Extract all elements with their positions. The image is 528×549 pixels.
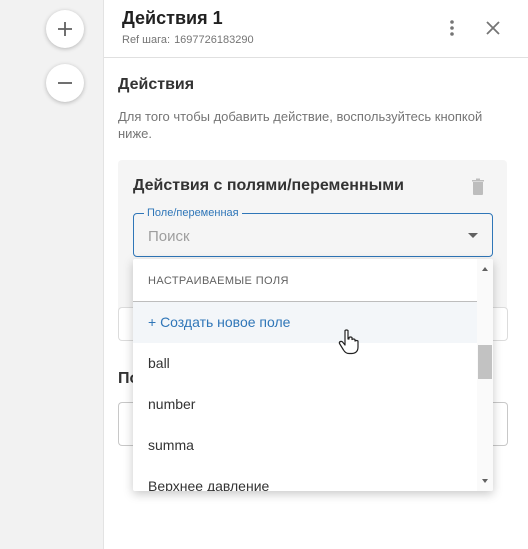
- dropdown-option[interactable]: ball: [133, 343, 477, 384]
- field-dropdown-menu: НАСТРАИВАЕМЫЕ ПОЛЯ + Создать новое поле …: [133, 259, 493, 491]
- delete-action-button[interactable]: [467, 176, 489, 198]
- dropdown-scrollbar[interactable]: [477, 259, 493, 491]
- close-button[interactable]: [479, 14, 507, 42]
- dropdown-option-label: ball: [148, 355, 170, 371]
- plus-icon: [58, 22, 72, 36]
- hand-pointer-cursor-icon: [338, 329, 359, 355]
- scroll-up-arrow-icon[interactable]: [482, 267, 488, 271]
- dropdown-option[interactable]: number: [133, 384, 477, 425]
- more-options-button[interactable]: [438, 14, 466, 42]
- close-icon: [486, 21, 500, 35]
- field-action-card-title: Действия с полями/переменными: [133, 177, 404, 194]
- minus-icon: [58, 82, 72, 84]
- panel-header: Действия 1 Ref шага: 1697726183290: [104, 0, 528, 58]
- search-placeholder: Поиск: [148, 228, 190, 245]
- zoom-in-button[interactable]: [46, 10, 84, 48]
- actions-section-title: Действия: [118, 76, 195, 93]
- scrollbar-thumb[interactable]: [478, 345, 492, 379]
- actions-hint: Для того чтобы добавить действие, воспол…: [118, 109, 483, 141]
- step-ref-label: Ref шага:: [122, 34, 171, 46]
- create-new-field-option[interactable]: + Создать новое поле: [133, 302, 477, 343]
- trash-icon: [472, 178, 484, 195]
- scroll-down-arrow-icon[interactable]: [482, 479, 488, 483]
- zoom-out-button[interactable]: [46, 64, 84, 102]
- dropdown-option-label: summa: [148, 437, 194, 453]
- create-new-field-label: + Создать новое поле: [148, 314, 291, 330]
- field-variable-select[interactable]: Поле/переменная Поиск: [133, 207, 493, 257]
- more-vert-icon: [450, 20, 454, 36]
- canvas-area: [0, 0, 104, 549]
- panel-title: Действия 1: [122, 8, 223, 28]
- dropdown-option-label: Верхнее давление: [148, 478, 270, 491]
- chevron-down-icon: [468, 233, 478, 238]
- dropdown-option[interactable]: Верхнее давление: [133, 466, 477, 491]
- dropdown-group-header: НАСТРАИВАЕМЫЕ ПОЛЯ: [148, 275, 289, 287]
- field-variable-label: Поле/переменная: [144, 207, 242, 219]
- step-ref-value: 1697726183290: [174, 34, 254, 46]
- dropdown-option[interactable]: summa: [133, 425, 477, 466]
- step-ref: Ref шага: 1697726183290: [122, 34, 258, 46]
- hidden-section-title: По: [118, 370, 134, 387]
- dropdown-option-label: number: [148, 396, 196, 412]
